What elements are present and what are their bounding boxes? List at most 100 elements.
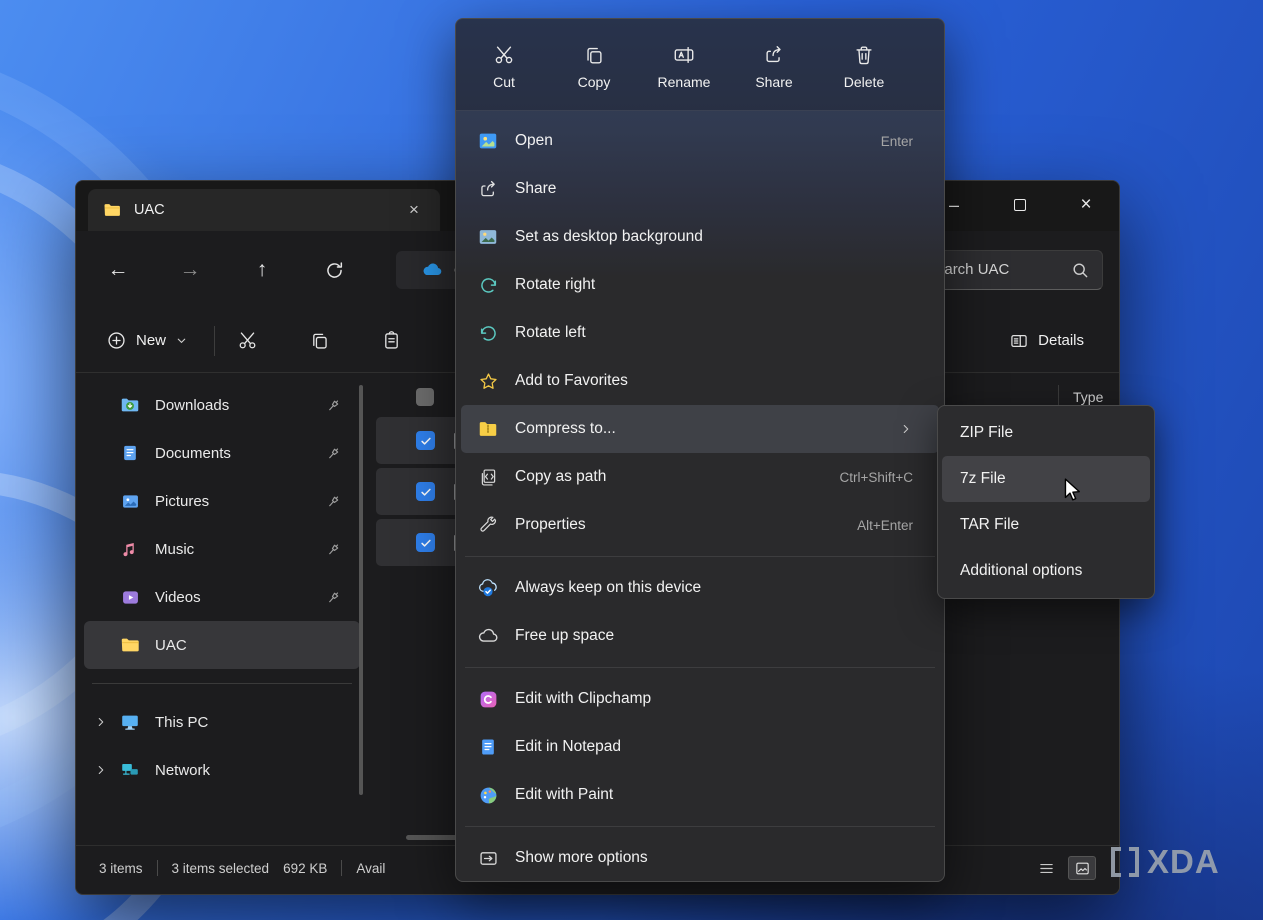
submenu-item-label: ZIP File [960, 424, 1013, 442]
maximize-icon [1014, 199, 1026, 211]
cut-icon [493, 44, 515, 66]
sidebar-item-documents[interactable]: Documents [84, 429, 360, 477]
delete-action[interactable]: Delete [822, 28, 906, 106]
sidebar-scrollbar[interactable] [359, 385, 363, 795]
details-button-label: Details [1038, 332, 1084, 349]
desktop: UAC × – × ← → ↑ OneDrive Sea [0, 0, 1263, 920]
quick-action-label: Copy [578, 74, 611, 90]
copy-button[interactable] [297, 319, 341, 363]
sidebar-item-label: Pictures [155, 493, 322, 510]
checkbox-checked-icon[interactable] [416, 533, 435, 552]
cloud-check-icon [476, 576, 500, 600]
paint-icon [476, 783, 500, 807]
videos-icon [118, 585, 142, 609]
submenu-item-tar-file[interactable]: TAR File [942, 502, 1150, 548]
sidebar-item-uac[interactable]: UAC [84, 621, 360, 669]
details-button[interactable]: Details [999, 323, 1094, 359]
close-button[interactable]: × [1053, 183, 1119, 227]
compress-submenu: ZIP File 7z File TAR File Additional opt… [937, 405, 1155, 599]
chevron-right-icon[interactable] [84, 715, 118, 729]
submenu-item-label: 7z File [960, 470, 1006, 488]
availability-status: Avail [356, 861, 385, 876]
back-button[interactable]: ← [96, 248, 140, 292]
context-menu-list: Open Enter Share Set as desktop backgrou… [456, 111, 944, 882]
menu-item-open[interactable]: Open Enter [461, 117, 939, 165]
cut-action[interactable]: Cut [462, 28, 546, 106]
menu-item-label: Open [515, 132, 866, 150]
share-action[interactable]: Share [732, 28, 816, 106]
maximize-button[interactable] [987, 183, 1053, 227]
quick-action-label: Delete [844, 74, 884, 90]
xda-watermark: XDA [1108, 843, 1220, 881]
menu-item-label: Show more options [515, 849, 913, 867]
toolbar-divider [214, 326, 215, 356]
up-button[interactable]: ↑ [240, 248, 284, 292]
sidebar-item-videos[interactable]: Videos [84, 573, 360, 621]
clipchamp-icon [476, 687, 500, 711]
desktop-background-icon [476, 225, 500, 249]
refresh-button[interactable] [312, 248, 356, 292]
submenu-item-label: TAR File [960, 516, 1019, 534]
submenu-item-zip-file[interactable]: ZIP File [942, 410, 1150, 456]
new-button[interactable]: New [94, 322, 200, 359]
menu-item-label: Copy as path [515, 468, 824, 486]
menu-item-add-to-favorites[interactable]: Add to Favorites [461, 357, 939, 405]
thumbnail-view-icon[interactable] [1068, 856, 1096, 880]
menu-item-edit-with-paint[interactable]: Edit with Paint [461, 771, 939, 819]
menu-item-compress-to[interactable]: Compress to... [461, 405, 939, 453]
submenu-item-label: Additional options [960, 562, 1082, 580]
details-view-icon[interactable] [1032, 856, 1060, 880]
menu-item-always-keep-on-device[interactable]: Always keep on this device [461, 564, 939, 612]
rotate-right-icon [476, 273, 500, 297]
pictures-icon [118, 489, 142, 513]
open-photo-icon [476, 129, 500, 153]
forward-button[interactable]: → [168, 248, 212, 292]
details-icon [1009, 331, 1029, 351]
menu-item-rotate-left[interactable]: Rotate left [461, 309, 939, 357]
menu-item-properties[interactable]: Properties Alt+Enter [461, 501, 939, 549]
menu-item-free-up-space[interactable]: Free up space [461, 612, 939, 660]
menu-item-label: Edit with Clipchamp [515, 690, 913, 708]
quick-action-label: Share [755, 74, 792, 90]
cloud-icon [476, 624, 500, 648]
cut-button[interactable] [225, 319, 269, 363]
select-all-checkbox[interactable] [416, 388, 434, 406]
downloads-icon [118, 393, 142, 417]
rotate-left-icon [476, 321, 500, 345]
sidebar-item-label: Downloads [155, 397, 322, 414]
sidebar-item-label: Music [155, 541, 322, 558]
pin-icon [322, 538, 344, 560]
sidebar-item-music[interactable]: Music [84, 525, 360, 573]
menu-item-label: Edit in Notepad [515, 738, 913, 756]
window-controls: – × [921, 183, 1119, 227]
tab-close-icon[interactable]: × [400, 196, 428, 224]
menu-item-label: Free up space [515, 627, 913, 645]
submenu-item-additional-options[interactable]: Additional options [942, 548, 1150, 594]
menu-item-share[interactable]: Share [461, 165, 939, 213]
search-icon[interactable] [1070, 260, 1090, 280]
tab-uac[interactable]: UAC × [88, 189, 440, 231]
checkbox-checked-icon[interactable] [416, 431, 435, 450]
menu-item-set-desktop-background[interactable]: Set as desktop background [461, 213, 939, 261]
menu-item-show-more-options[interactable]: Show more options [461, 834, 939, 882]
menu-item-label: Rotate right [515, 276, 913, 294]
menu-item-rotate-right[interactable]: Rotate right [461, 261, 939, 309]
menu-item-edit-with-clipchamp[interactable]: Edit with Clipchamp [461, 675, 939, 723]
chevron-right-icon[interactable] [84, 763, 118, 777]
copy-action[interactable]: Copy [552, 28, 636, 106]
menu-item-edit-in-notepad[interactable]: Edit in Notepad [461, 723, 939, 771]
sidebar-item-pictures[interactable]: Pictures [84, 477, 360, 525]
menu-item-shortcut: Ctrl+Shift+C [839, 470, 913, 485]
menu-item-label: Edit with Paint [515, 786, 913, 804]
menu-item-label: Set as desktop background [515, 228, 913, 246]
checkbox-checked-icon[interactable] [416, 482, 435, 501]
sidebar-item-network[interactable]: Network [84, 746, 360, 794]
menu-item-copy-as-path[interactable]: Copy as path Ctrl+Shift+C [461, 453, 939, 501]
sidebar-item-downloads[interactable]: Downloads [84, 381, 360, 429]
pin-icon [322, 394, 344, 416]
properties-icon [476, 513, 500, 537]
submenu-item-7z-file[interactable]: 7z File [942, 456, 1150, 502]
rename-action[interactable]: Rename [642, 28, 726, 106]
sidebar-item-this-pc[interactable]: This PC [84, 698, 360, 746]
paste-button[interactable] [369, 319, 413, 363]
